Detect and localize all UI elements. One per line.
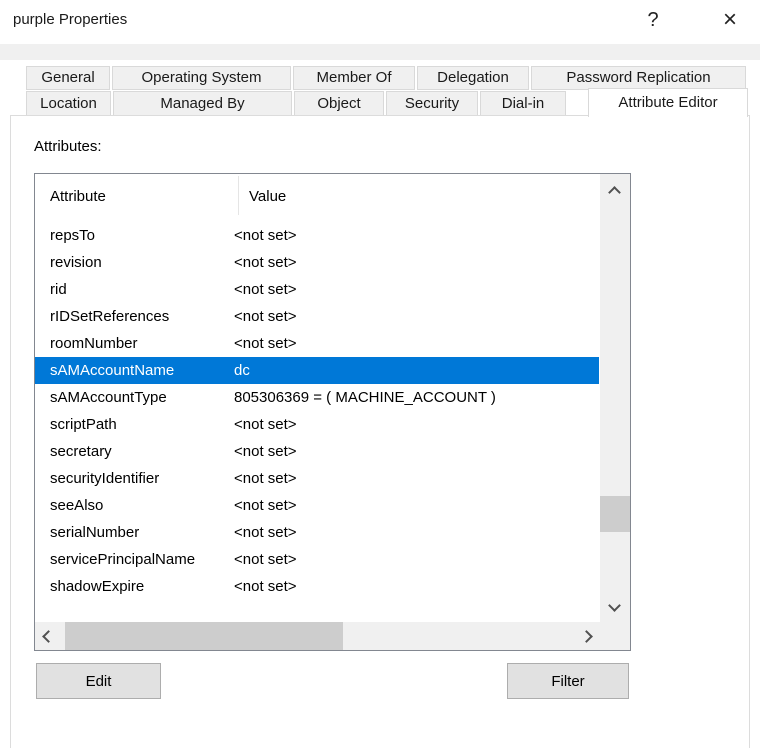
attribute-value-cell[interactable]: <not set>	[234, 330, 599, 357]
tab-object[interactable]: Object	[294, 91, 384, 116]
table-row[interactable]: shadowExpire<not set>	[35, 573, 599, 600]
horizontal-scrollbar-thumb[interactable]	[65, 622, 343, 650]
title-bar: purple Properties ? ×	[0, 0, 760, 44]
tab-panel-attribute-editor: Attributes: Attribute Value repsTo<not s…	[10, 115, 750, 748]
vertical-scrollbar[interactable]	[600, 174, 630, 650]
window-title: purple Properties	[13, 11, 127, 28]
table-row[interactable]: sAMAccountNamedc	[35, 357, 599, 384]
attribute-value-cell[interactable]: <not set>	[234, 411, 599, 438]
tab-dial-in[interactable]: Dial-in	[480, 91, 566, 116]
attribute-value-cell[interactable]: <not set>	[234, 438, 599, 465]
attribute-name-cell[interactable]: repsTo	[35, 222, 234, 249]
table-row[interactable]: serialNumber<not set>	[35, 519, 599, 546]
attribute-name-cell[interactable]: secretary	[35, 438, 234, 465]
tab-managed-by[interactable]: Managed By	[113, 91, 292, 116]
attribute-name-cell[interactable]: securityIdentifier	[35, 465, 234, 492]
table-row[interactable]: scriptPath<not set>	[35, 411, 599, 438]
list-header: Attribute Value	[35, 174, 600, 217]
table-row[interactable]: rid<not set>	[35, 276, 599, 303]
attribute-value-cell[interactable]: <not set>	[234, 222, 599, 249]
attribute-name-cell[interactable]: roomNumber	[35, 330, 234, 357]
titlebar-divider	[0, 44, 760, 60]
attributes-label: Attributes:	[34, 138, 102, 155]
attribute-name-cell[interactable]: sAMAccountType	[35, 384, 234, 411]
tab-operating-system[interactable]: Operating System	[112, 66, 291, 90]
tab-attribute-editor[interactable]: Attribute Editor	[588, 88, 748, 117]
attribute-rows: repsTo<not set>revision<not set>rid<not …	[35, 222, 599, 600]
table-row[interactable]: rIDSetReferences<not set>	[35, 303, 599, 330]
help-icon[interactable]: ?	[638, 4, 668, 36]
table-row[interactable]: roomNumber<not set>	[35, 330, 599, 357]
attribute-value-cell[interactable]: <not set>	[234, 492, 599, 519]
column-divider[interactable]	[238, 176, 239, 215]
table-row[interactable]: servicePrincipalName<not set>	[35, 546, 599, 573]
column-header-attribute[interactable]: Attribute	[50, 188, 106, 205]
tab-location[interactable]: Location	[26, 91, 111, 116]
attribute-name-cell[interactable]: revision	[35, 249, 234, 276]
scroll-down-icon[interactable]	[608, 599, 621, 612]
table-row[interactable]: seeAlso<not set>	[35, 492, 599, 519]
column-header-value[interactable]: Value	[249, 188, 286, 205]
attribute-name-cell[interactable]: seeAlso	[35, 492, 234, 519]
attribute-name-cell[interactable]: rIDSetReferences	[35, 303, 234, 330]
attribute-name-cell[interactable]: shadowExpire	[35, 573, 234, 600]
scroll-up-icon[interactable]	[608, 186, 621, 199]
tab-member-of[interactable]: Member Of	[293, 66, 415, 90]
table-row[interactable]: sAMAccountType805306369 = ( MACHINE_ACCO…	[35, 384, 599, 411]
attribute-value-cell[interactable]: <not set>	[234, 276, 599, 303]
attribute-name-cell[interactable]: rid	[35, 276, 234, 303]
table-row[interactable]: secretary<not set>	[35, 438, 599, 465]
horizontal-scrollbar[interactable]	[35, 622, 600, 650]
tab-delegation[interactable]: Delegation	[417, 66, 529, 90]
attribute-value-cell[interactable]: <not set>	[234, 519, 599, 546]
attribute-name-cell[interactable]: sAMAccountName	[35, 357, 234, 384]
attribute-value-cell[interactable]: <not set>	[234, 546, 599, 573]
attribute-name-cell[interactable]: scriptPath	[35, 411, 234, 438]
attribute-value-cell[interactable]: dc	[234, 357, 599, 384]
properties-dialog: purple Properties ? × GeneralOperating S…	[0, 0, 760, 748]
table-row[interactable]: repsTo<not set>	[35, 222, 599, 249]
attribute-value-cell[interactable]: <not set>	[234, 465, 599, 492]
attribute-name-cell[interactable]: serialNumber	[35, 519, 234, 546]
attribute-value-cell[interactable]: <not set>	[234, 303, 599, 330]
scroll-right-icon[interactable]	[580, 630, 593, 643]
attribute-name-cell[interactable]: servicePrincipalName	[35, 546, 234, 573]
attribute-value-cell[interactable]: <not set>	[234, 249, 599, 276]
filter-button[interactable]: Filter	[507, 663, 629, 699]
attribute-value-cell[interactable]: 805306369 = ( MACHINE_ACCOUNT )	[234, 384, 599, 411]
tab-password-replication[interactable]: Password Replication	[531, 66, 746, 90]
edit-button[interactable]: Edit	[36, 663, 161, 699]
close-icon[interactable]: ×	[715, 4, 745, 36]
table-row[interactable]: revision<not set>	[35, 249, 599, 276]
vertical-scrollbar-thumb[interactable]	[600, 496, 630, 532]
tab-security[interactable]: Security	[386, 91, 478, 116]
tab-general[interactable]: General	[26, 66, 110, 90]
scroll-left-icon[interactable]	[42, 630, 55, 643]
attributes-list: Attribute Value repsTo<not set>revision<…	[34, 173, 631, 651]
attribute-value-cell[interactable]: <not set>	[234, 573, 599, 600]
table-row[interactable]: securityIdentifier<not set>	[35, 465, 599, 492]
